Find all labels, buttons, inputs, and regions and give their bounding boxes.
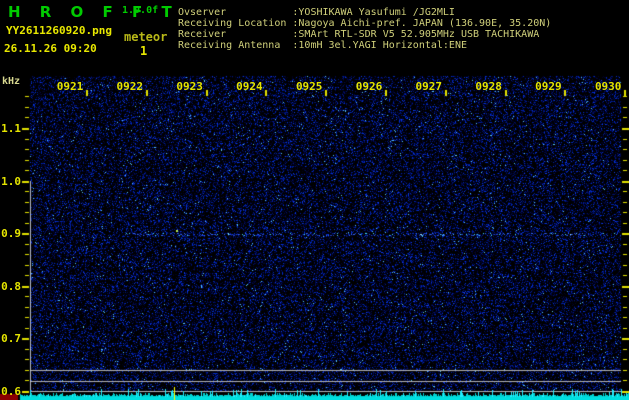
time-tick-label: 0926 bbox=[355, 80, 383, 93]
freq-tick-label: 0.9 bbox=[1, 227, 21, 241]
output-filename: YY2611260920.png bbox=[6, 24, 112, 37]
mode-label: meteor bbox=[124, 30, 168, 44]
time-tick-label: 0929 bbox=[535, 80, 562, 93]
observer-info-block: Ovserver :YOSHIKAWA Yasufumi /JG2MLI Rece… bbox=[178, 7, 551, 51]
freq-tick-label: 0.7 bbox=[1, 332, 21, 346]
time-tick-label: 0921 bbox=[56, 80, 84, 93]
time-tick-label: 0928 bbox=[475, 80, 502, 93]
time-tick-label: 0930 bbox=[594, 80, 622, 93]
info-line: Receiving Location :Nagoya Aichi-pref. J… bbox=[178, 18, 552, 29]
time-tick-label: 0925 bbox=[295, 80, 323, 93]
info-line: Receiver :SMArt RTL-SDR V5 52.905MHz USB… bbox=[178, 29, 540, 40]
time-tick-label: 0927 bbox=[415, 80, 443, 93]
spectrogram-canvas bbox=[0, 0, 629, 400]
freq-tick-label: 0.8 bbox=[1, 279, 21, 293]
time-tick-label: 0923 bbox=[176, 80, 203, 93]
freq-unit-label: kHz bbox=[2, 76, 21, 87]
freq-tick-label: 0.6 bbox=[1, 384, 21, 398]
info-line: Receiving Antenna :10mH 3el.YAGI Horizon… bbox=[178, 40, 467, 51]
meteor-count: 1 bbox=[140, 44, 148, 58]
info-line: Ovserver :YOSHIKAWA Yasufumi /JG2MLI bbox=[178, 7, 455, 18]
app-version: 1.0.0f bbox=[122, 5, 159, 16]
freq-tick-label: 1.1 bbox=[1, 122, 21, 135]
file-datetime: 26.11.26 09:20 bbox=[4, 42, 97, 55]
hrofft-output-screen: H R O F F T 1.0.0f YY2611260920.png mete… bbox=[0, 0, 629, 400]
time-tick-label: 0924 bbox=[236, 80, 263, 93]
freq-tick-label: 1.0 bbox=[1, 174, 21, 188]
time-tick-label: 0922 bbox=[116, 80, 144, 93]
